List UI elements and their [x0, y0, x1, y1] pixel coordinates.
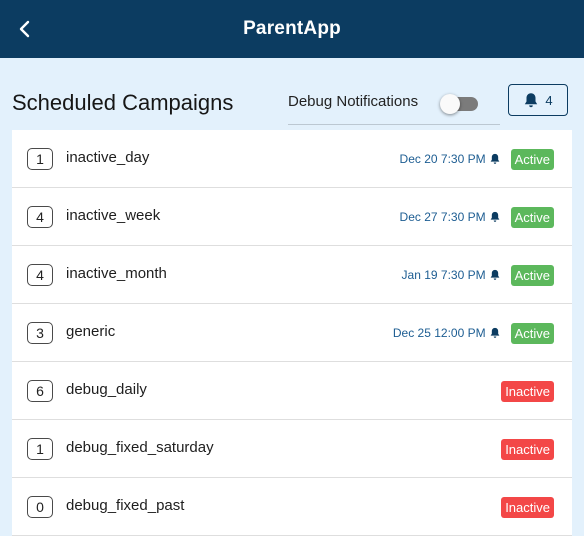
- campaign-list: 1 inactive_day Dec 20 7:30 PM Active 4 i…: [12, 130, 572, 536]
- debug-notifications-label: Debug Notifications: [288, 93, 419, 110]
- campaign-meta: Inactive: [491, 438, 554, 460]
- campaign-meta: Inactive: [491, 496, 554, 518]
- page-title: Scheduled Campaigns: [12, 90, 234, 115]
- status-badge: Active: [510, 264, 554, 286]
- notification-count: 4: [545, 92, 553, 108]
- status-badge: Inactive: [501, 380, 554, 402]
- campaign-row[interactable]: 4 inactive_month Jan 19 7:30 PM Active: [12, 246, 572, 304]
- scheduled-time: Jan 19 7:30 PM: [401, 268, 486, 282]
- status-badge: Active: [510, 322, 554, 344]
- campaign-row[interactable]: 6 debug_daily Inactive: [12, 362, 572, 420]
- campaign-row[interactable]: 4 inactive_week Dec 27 7:30 PM Active: [12, 188, 572, 246]
- campaign-count-badge: 0: [27, 496, 53, 518]
- app-bar: ParentApp: [0, 0, 584, 58]
- bell-icon: [525, 92, 538, 107]
- debug-notifications-toggle[interactable]: [440, 94, 480, 114]
- scheduled-time: Dec 25 12:00 PM: [392, 326, 486, 340]
- campaigns-header: Scheduled Campaigns Debug Notifications …: [0, 58, 584, 130]
- debug-notifications-control: Debug Notifications: [288, 84, 500, 125]
- toggle-thumb: [440, 94, 460, 114]
- bell-icon: [489, 153, 501, 165]
- campaign-meta: Jan 19 7:30 PM Active: [402, 264, 554, 286]
- campaign-row[interactable]: 3 generic Dec 25 12:00 PM Active: [12, 304, 572, 362]
- status-badge: Inactive: [501, 496, 554, 518]
- scheduled-time: Dec 20 7:30 PM: [399, 152, 486, 166]
- campaign-name: inactive_month: [66, 265, 167, 282]
- campaign-name: inactive_week: [66, 207, 161, 224]
- campaign-meta: Dec 20 7:30 PM Active: [400, 148, 554, 170]
- campaign-name: generic: [66, 323, 116, 340]
- campaign-name: debug_fixed_past: [66, 497, 185, 514]
- campaign-meta: Inactive: [491, 380, 554, 402]
- campaign-count-badge: 4: [27, 206, 53, 228]
- campaign-name: inactive_day: [66, 149, 150, 166]
- bell-icon: [489, 327, 501, 339]
- bell-icon: [489, 269, 501, 281]
- campaign-count-badge: 6: [27, 380, 53, 402]
- status-badge: Inactive: [501, 438, 554, 460]
- campaign-count-badge: 1: [27, 438, 53, 460]
- bell-icon: [489, 211, 501, 223]
- scheduled-time: Dec 27 7:30 PM: [399, 210, 486, 224]
- campaign-count-badge: 1: [27, 148, 53, 170]
- campaign-meta: Dec 25 12:00 PM Active: [393, 322, 554, 344]
- status-badge: Active: [510, 206, 554, 228]
- campaign-row[interactable]: 1 inactive_day Dec 20 7:30 PM Active: [12, 130, 572, 188]
- campaign-count-badge: 3: [27, 322, 53, 344]
- campaign-count-badge: 4: [27, 264, 53, 286]
- status-badge: Active: [510, 148, 554, 170]
- campaign-name: debug_daily: [66, 381, 147, 398]
- campaign-meta: Dec 27 7:30 PM Active: [400, 206, 554, 228]
- campaign-row[interactable]: 0 debug_fixed_past Inactive: [12, 478, 572, 536]
- notifications-button[interactable]: 4: [508, 84, 568, 116]
- campaign-name: debug_fixed_saturday: [66, 439, 214, 456]
- campaign-row[interactable]: 1 debug_fixed_saturday Inactive: [12, 420, 572, 478]
- app-title: ParentApp: [243, 18, 341, 39]
